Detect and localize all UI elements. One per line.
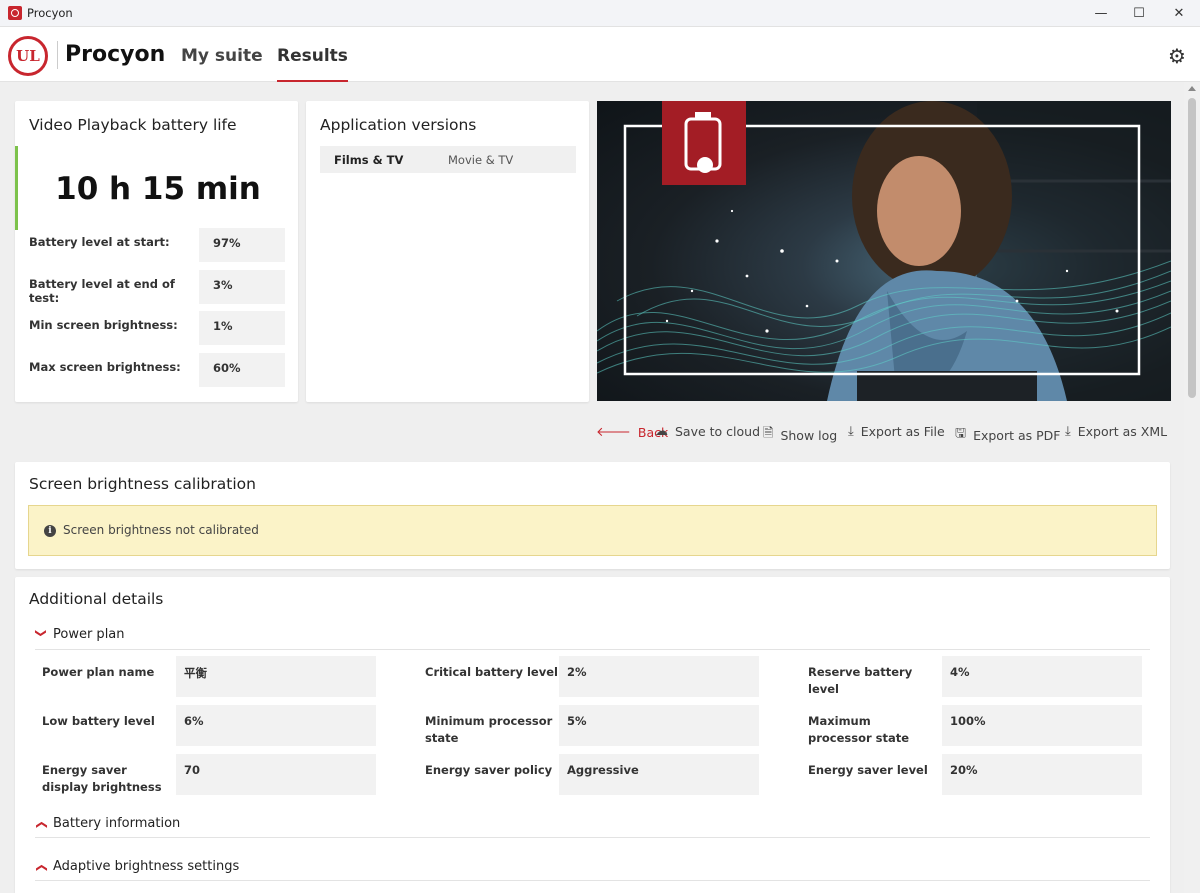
benchmark-hero-image: [597, 101, 1171, 401]
section-divider: [35, 649, 1150, 650]
additional-details-card: Additional details ❯ Power plan Power pl…: [15, 577, 1170, 893]
power-plan-name-label: Power plan name: [42, 665, 155, 679]
document-icon: 🗎: [763, 426, 774, 441]
chevron-up-icon: ❯: [34, 863, 48, 873]
ul-logo: UL: [8, 36, 48, 76]
app-version-row: Films & TV Movie & TV: [320, 146, 576, 173]
adaptive-brightness-toggle[interactable]: ❯ Adaptive brightness settings: [34, 859, 240, 874]
chevron-down-icon: ❯: [34, 628, 48, 638]
critical-battery-label: Critical battery level: [425, 665, 558, 679]
max-processor-label: Maximum processor state: [808, 714, 910, 745]
calibration-warning-text: Screen brightness not calibrated: [63, 523, 259, 537]
power-plan-heading: Power plan: [53, 627, 125, 642]
download-icon: ⤓: [848, 424, 854, 439]
calibration-title: Screen brightness calibration: [29, 475, 256, 493]
battery-end-value: 3%: [199, 270, 285, 304]
min-brightness-label: Min screen brightness:: [29, 318, 178, 332]
floppy-icon: 🖫: [955, 426, 967, 441]
calibration-card: Screen brightness calibration i Screen b…: [15, 462, 1170, 569]
energy-saver-policy-label: Energy saver policy: [425, 763, 553, 777]
tab-results[interactable]: Results: [277, 46, 348, 82]
result-title: Video Playback battery life: [29, 116, 237, 134]
export-xml-button[interactable]: ⤓ Export as XML: [1065, 424, 1167, 439]
export-pdf-button[interactable]: 🖫 Export as PDF: [955, 424, 1060, 446]
result-score: 10 h 15 min: [55, 171, 261, 207]
cloud-upload-icon: ☁: [655, 424, 668, 439]
export-file-label: Export as File: [860, 424, 945, 439]
app-versions-title: Application versions: [320, 116, 477, 134]
battery-info-heading: Battery information: [53, 816, 181, 831]
max-processor-value: 100%: [942, 705, 1142, 746]
power-plan-name-value: 平衡: [176, 656, 376, 697]
chevron-up-icon: ❯: [34, 820, 48, 830]
app-name: Films & TV: [334, 153, 404, 167]
export-xml-label: Export as XML: [1077, 424, 1168, 439]
show-log-label: Show log: [780, 427, 838, 443]
critical-battery-value: 2%: [559, 656, 759, 697]
adaptive-brightness-heading: Adaptive brightness settings: [53, 859, 240, 874]
save-to-cloud-label: Save to cloud: [675, 424, 761, 439]
power-plan-toggle[interactable]: ❯ Power plan: [35, 627, 125, 642]
section-divider: [35, 880, 1150, 881]
section-divider: [35, 837, 1150, 838]
energy-saver-level-label: Energy saver level: [808, 763, 928, 777]
max-brightness-value: 60%: [199, 353, 285, 387]
battery-start-label: Battery level at start:: [29, 235, 170, 249]
tab-my-suite[interactable]: My suite: [181, 46, 263, 66]
info-icon: i: [44, 525, 56, 537]
app-versions-card: Application versions Films & TV Movie & …: [306, 101, 589, 402]
battery-info-toggle[interactable]: ❯ Battery information: [34, 816, 181, 831]
battery-start-value: 97%: [199, 228, 285, 262]
header-divider: [57, 41, 58, 69]
energy-saver-level-value: 20%: [942, 754, 1142, 795]
calibration-warning: i Screen brightness not calibrated: [28, 505, 1157, 556]
energy-saver-policy-value: Aggressive: [559, 754, 759, 795]
show-log-button[interactable]: 🗎 Show log: [763, 424, 837, 446]
max-brightness-label: Max screen brightness:: [29, 360, 181, 374]
hero-artwork: [597, 101, 1171, 401]
maximize-button[interactable]: ☐: [1120, 0, 1158, 27]
battery-end-label: Battery level at end of test:: [29, 277, 175, 305]
arrow-left-icon: 🡐: [596, 425, 631, 440]
app-header: UL Procyon My suite Results ⚙: [0, 27, 1200, 82]
window-titlebar: Procyon — ☐ ✕: [0, 0, 1200, 27]
save-to-cloud-button[interactable]: ☁ Save to cloud: [655, 424, 760, 439]
app-version: Movie & TV: [448, 153, 514, 167]
result-card: Video Playback battery life 10 h 15 min …: [15, 101, 298, 402]
min-brightness-value: 1%: [199, 311, 285, 345]
export-file-button[interactable]: ⤓ Export as File: [848, 424, 945, 439]
energy-saver-brightness-value: 70: [176, 754, 376, 795]
low-battery-label: Low battery level: [42, 714, 155, 728]
minimize-button[interactable]: —: [1082, 0, 1120, 27]
window-title: Procyon: [27, 6, 73, 20]
vertical-scrollbar[interactable]: [1184, 82, 1200, 893]
details-title: Additional details: [29, 590, 164, 608]
low-battery-value: 6%: [176, 705, 376, 746]
energy-saver-brightness-label: Energy saver display brightness: [42, 763, 162, 794]
gear-icon[interactable]: ⚙: [1166, 45, 1188, 67]
reserve-battery-value: 4%: [942, 656, 1142, 697]
result-score-panel: 10 h 15 min: [15, 146, 298, 230]
scroll-up-arrow-icon[interactable]: [1188, 86, 1196, 91]
ul-logo-text: UL: [16, 47, 40, 65]
min-processor-label: Minimum processor state: [425, 714, 553, 745]
scroll-thumb[interactable]: [1188, 98, 1196, 398]
reserve-battery-label: Reserve battery level: [808, 665, 913, 696]
download-icon: ⤓: [1065, 424, 1071, 439]
brand-name: Procyon: [65, 42, 166, 67]
close-button[interactable]: ✕: [1160, 0, 1198, 27]
procyon-app-icon: [8, 6, 22, 20]
export-pdf-label: Export as PDF: [973, 427, 1061, 443]
min-processor-value: 5%: [559, 705, 759, 746]
